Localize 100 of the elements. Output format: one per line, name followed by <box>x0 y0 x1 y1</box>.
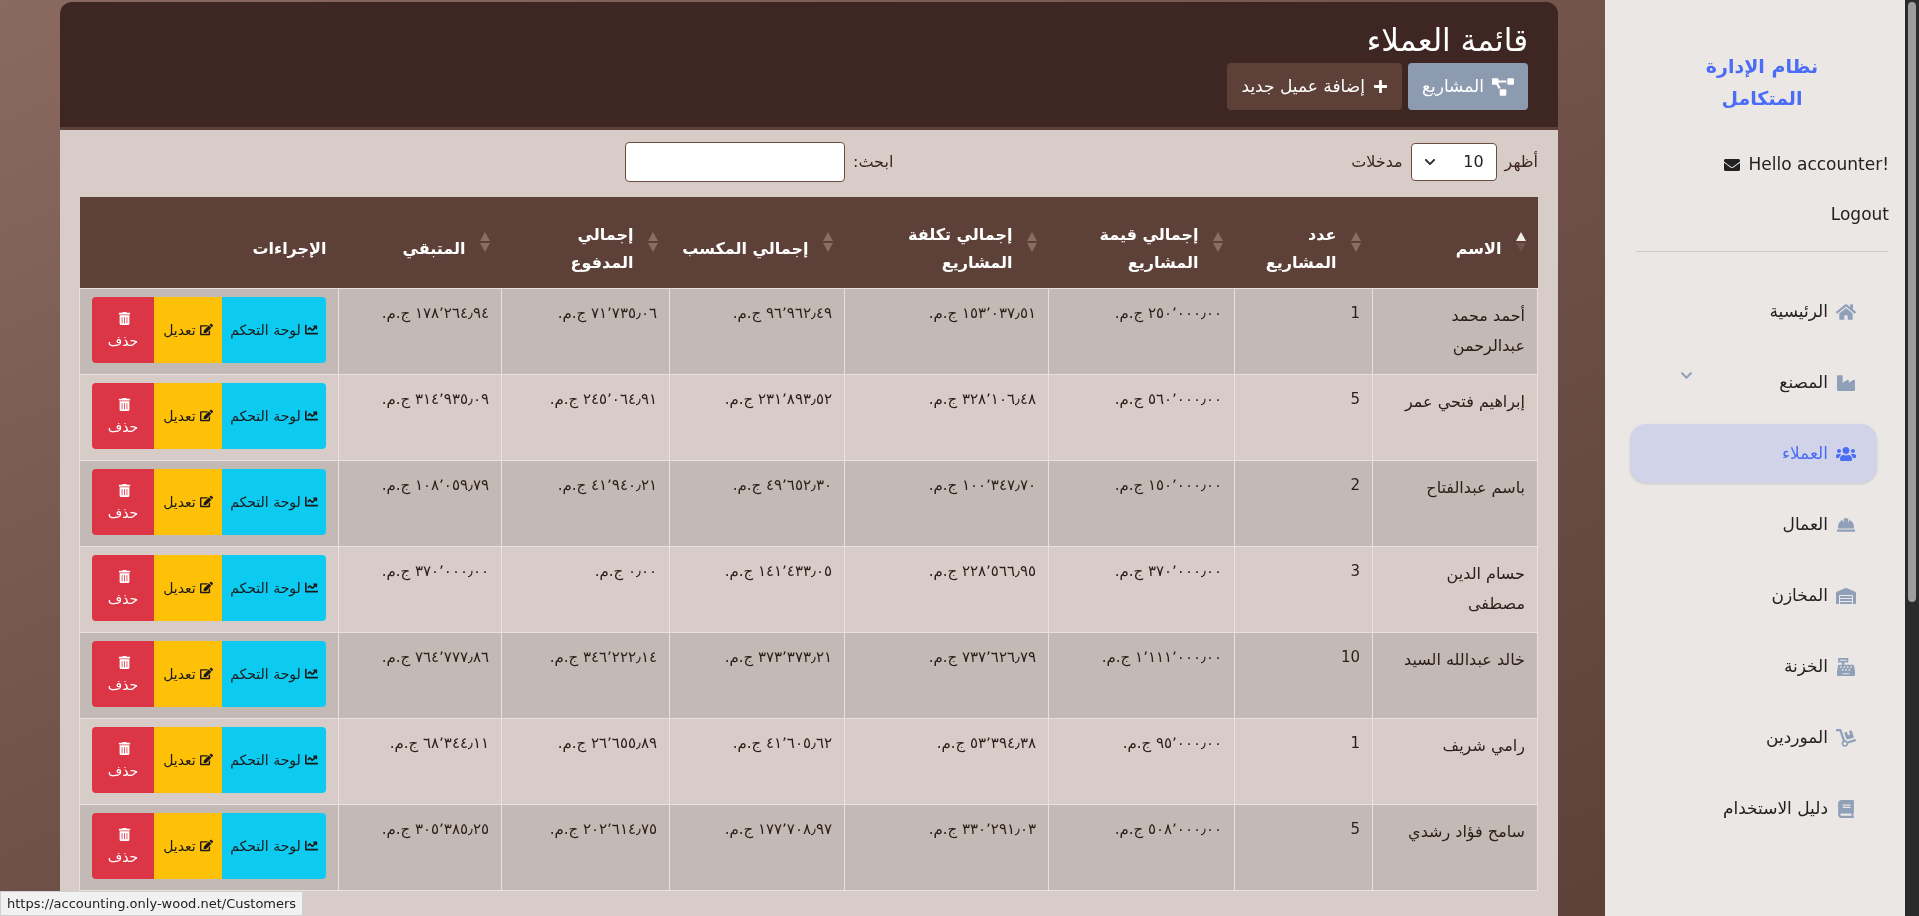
warehouse-icon <box>1836 586 1856 605</box>
edit-icon <box>199 666 213 680</box>
table-cell: ٥٣٬٣٩٤٫٣٨ ج.م. <box>936 733 1036 752</box>
envelope-icon <box>1722 156 1741 173</box>
table-cell: ٢٠٢٬٦١٤٫٧٥ ج.م. <box>549 819 657 838</box>
factory-icon <box>1836 373 1856 392</box>
table-cell: ٤١٬٦٠٥٫٦٢ ج.م. <box>732 733 832 752</box>
chart-line-icon <box>304 666 318 680</box>
table-cell: ٣٣٠٬٢٩١٫٠٣ ج.م. <box>928 819 1036 838</box>
chevron-down-icon <box>1423 156 1436 168</box>
logout-link[interactable]: Logout <box>1830 201 1889 227</box>
client-name: خالد عبدالله السيد <box>1404 649 1525 669</box>
dashboard-button[interactable]: لوحة التحكم <box>222 726 326 793</box>
entries-label: مدخلات <box>1351 151 1403 173</box>
edit-icon <box>199 494 213 508</box>
table-cell: ٢٢٨٬٥٦٦٫٩٥ ج.م. <box>928 561 1036 580</box>
column-header[interactable]: الاسم <box>1372 197 1538 288</box>
table-cell: ٢٥٠٬٠٠٠٫٠٠ ج.م. <box>1114 303 1222 322</box>
plus-icon <box>1372 79 1388 94</box>
column-header[interactable]: عدد المشاريع <box>1234 197 1373 288</box>
table-cell: ٧٦٤٬٧٧٧٫٨٦ ج.م. <box>381 647 489 666</box>
edit-button[interactable]: تعديل <box>153 554 223 621</box>
dashboard-button[interactable]: لوحة التحكم <box>222 382 326 449</box>
sidebar-item[interactable]: دليل الاستخدام <box>1630 779 1877 838</box>
hard-hat-icon <box>1836 515 1856 534</box>
trash-icon <box>118 311 132 325</box>
column-header[interactable]: إجمالي المكسب <box>669 197 845 288</box>
client-name: حسام الدين مصطفى <box>1446 563 1525 613</box>
client-name: أحمد محمد عبدالرحمن <box>1451 305 1525 355</box>
edit-button[interactable]: تعديل <box>153 296 223 363</box>
table-cell: 1 <box>1350 733 1360 752</box>
dashboard-button[interactable]: لوحة التحكم <box>222 296 326 363</box>
table-cell: ٢٤٥٬٠٦٤٫٩١ ج.م. <box>549 389 657 408</box>
delete-button[interactable]: حذف <box>92 812 154 879</box>
edit-icon <box>199 408 213 422</box>
dashboard-button[interactable]: لوحة التحكم <box>222 640 326 707</box>
search-field[interactable] <box>625 142 845 182</box>
sidebar-item[interactable]: الموردين <box>1630 708 1877 767</box>
table-cell: ٥٠٨٬٠٠٠٫٠٠ ج.م. <box>1114 819 1222 838</box>
column-header: الإجراءات <box>79 197 339 288</box>
client-name: رامي شريف <box>1442 735 1525 755</box>
table-cell: ٣٢٨٬١٠٦٫٤٨ ج.م. <box>928 389 1036 408</box>
edit-icon <box>199 752 213 766</box>
sidebar-item[interactable]: المصنع <box>1630 353 1877 412</box>
table-cell: ٠٫٠٠ ج.م. <box>594 561 657 580</box>
brand-title[interactable]: نظام الإدارة المتكامل <box>1692 50 1832 114</box>
delete-button[interactable]: حذف <box>92 640 154 707</box>
column-header[interactable]: إجمالي قيمة المشاريع <box>1048 197 1235 288</box>
column-header[interactable]: إجمالي المدفوع <box>501 197 670 288</box>
table-cell: 10 <box>1340 647 1360 666</box>
delete-button[interactable]: حذف <box>92 554 154 621</box>
chart-line-icon <box>304 838 318 852</box>
edit-button[interactable]: تعديل <box>153 726 223 793</box>
diagram-icon <box>1492 77 1514 96</box>
table-cell: ٦٨٬٣٤٤٫١١ ج.م. <box>389 733 489 752</box>
table-cell: ٣١٤٬٩٣٥٫٠٩ ج.م. <box>381 389 489 408</box>
delete-button[interactable]: حذف <box>92 382 154 449</box>
trash-icon <box>118 483 132 497</box>
page-title: قائمة العملاء <box>1366 21 1528 60</box>
table-cell: ٤٩٬٦٥٢٫٣٠ ج.م. <box>732 475 832 494</box>
dashboard-button[interactable]: لوحة التحكم <box>222 554 326 621</box>
table-cell: ٣٧٠٬٠٠٠٫٠٠ ج.م. <box>381 561 489 580</box>
table-cell: ٣٧٠٬٠٠٠٫٠٠ ج.م. <box>1114 561 1222 580</box>
add-client-button[interactable]: إضافة عميل جديد <box>1227 63 1402 110</box>
edit-button[interactable]: تعديل <box>153 640 223 707</box>
edit-button[interactable]: تعديل <box>153 382 223 449</box>
dashboard-button[interactable]: لوحة التحكم <box>222 812 326 879</box>
delete-button[interactable]: حذف <box>92 468 154 535</box>
table-cell: ٤١٬٩٤٠٫٢١ ج.م. <box>557 475 657 494</box>
book-icon <box>1836 799 1856 818</box>
url-tooltip: https://accounting.only-wood.net/Customers <box>0 890 304 916</box>
sidebar-item[interactable]: العمال <box>1630 495 1877 554</box>
table-cell: ١٬١١١٬٠٠٠٫٠٠ ج.م. <box>1101 647 1222 666</box>
chart-line-icon <box>304 580 318 594</box>
trash-icon <box>118 397 132 411</box>
delete-button[interactable]: حذف <box>92 726 154 793</box>
chart-line-icon <box>304 408 318 422</box>
table-cell: ٧١٬٧٣٥٫٠٦ ج.م. <box>557 303 657 322</box>
chart-line-icon <box>304 494 318 508</box>
dashboard-button[interactable]: لوحة التحكم <box>222 468 326 535</box>
sidebar-item[interactable]: المخازن <box>1630 566 1877 625</box>
cash-register-icon <box>1836 657 1856 676</box>
sidebar-item[interactable]: الرئيسية <box>1630 282 1877 341</box>
page-size-select[interactable]: 10 <box>1410 143 1497 181</box>
table-cell: ١٠٠٬٣٤٧٫٧٠ ج.م. <box>928 475 1036 494</box>
greeting-text: Hello accounter! <box>1748 153 1889 176</box>
edit-button[interactable]: تعديل <box>153 468 223 535</box>
scrollbar[interactable] <box>1905 0 1919 916</box>
sidebar-item[interactable]: الخزنة <box>1630 637 1877 696</box>
table-cell: 2 <box>1350 475 1360 494</box>
column-header[interactable]: المتبقي <box>338 197 502 288</box>
table-cell: ١٤١٬٤٣٣٫٠٥ ج.م. <box>724 561 832 580</box>
column-header[interactable]: إجمالي تكلفة المشاريع <box>844 197 1049 288</box>
table-cell: ٩٥٬٠٠٠٫٠٠ ج.م. <box>1122 733 1222 752</box>
table-cell: ١٧٧٬٧٠٨٫٩٧ ج.م. <box>724 819 832 838</box>
table-cell: ٣٧٣٬٣٧٣٫٢١ ج.م. <box>724 647 832 666</box>
delete-button[interactable]: حذف <box>92 296 154 363</box>
table-cell: ٧٣٧٬٦٢٦٫٧٩ ج.م. <box>928 647 1036 666</box>
trash-icon <box>118 827 132 841</box>
edit-button[interactable]: تعديل <box>153 812 223 879</box>
